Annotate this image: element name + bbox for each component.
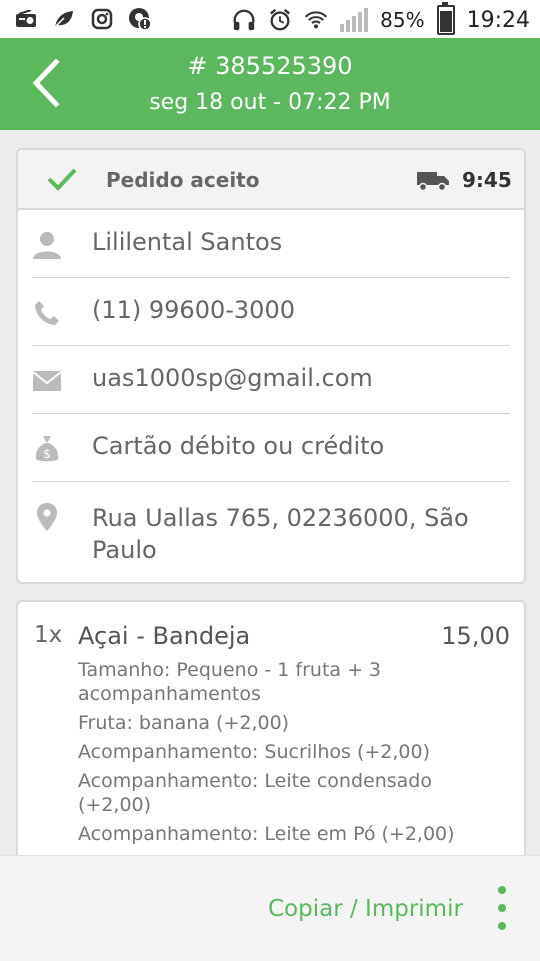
payment-method-row: $ Cartão débito ou crédito: [32, 414, 510, 482]
item-options: Tamanho: Pequeno - 1 fruta + 3 acompanha…: [78, 658, 498, 851]
payment-method: Cartão débito ou crédito: [92, 432, 385, 460]
order-info-card: Pedido aceito 9:45 Lililental Santos (11…: [16, 148, 526, 584]
order-status-row: Pedido aceito 9:45: [18, 150, 524, 210]
money-bag-icon: $: [32, 434, 62, 464]
person-icon: [32, 230, 62, 260]
radio-icon: [14, 7, 38, 31]
customer-email[interactable]: uas1000sp@gmail.com: [92, 364, 373, 392]
clock: 19:24: [466, 7, 530, 33]
item-option: Acompanhamento: Leite em Pó (+2,00): [78, 823, 455, 845]
customer-address[interactable]: Rua Uallas 765, 02236000, São Paulo: [92, 502, 512, 566]
item-option: Fruta: banana (+2,00): [78, 712, 290, 734]
wifi-icon: [304, 8, 328, 32]
delivery-eta: 9:45: [462, 168, 512, 192]
item-option: Acompanhamento: Leite condensado (+2,00): [78, 770, 432, 816]
phone-icon: [32, 298, 62, 328]
location-pin-icon: [32, 502, 62, 532]
email-icon: [32, 366, 62, 396]
leaf-icon: [52, 7, 76, 31]
signal-strength-icon: [340, 8, 369, 32]
order-items-card: 1x Açai - Bandeja 15,00 Tamanho: Pequeno…: [16, 600, 526, 894]
address-row[interactable]: Rua Uallas 765, 02236000, São Paulo: [32, 482, 510, 582]
notification-app-icon: [128, 7, 152, 31]
item-quantity: 1x: [34, 622, 63, 648]
check-icon: [46, 166, 78, 196]
customer-email-row[interactable]: uas1000sp@gmail.com: [32, 346, 510, 414]
customer-name-row: Lililental Santos: [32, 210, 510, 278]
battery-percent: 85%: [380, 8, 425, 32]
truck-icon: [416, 170, 450, 196]
customer-phone[interactable]: (11) 99600-3000: [92, 296, 295, 324]
item-option: Tamanho: Pequeno - 1 fruta + 3 acompanha…: [78, 659, 382, 705]
item-price: 15,00: [441, 622, 510, 650]
customer-phone-row[interactable]: (11) 99600-3000: [32, 278, 510, 346]
battery-icon: [436, 2, 455, 35]
item-name: Açai - Bandeja: [78, 622, 251, 650]
copy-print-button[interactable]: Copiar / Imprimir: [268, 896, 463, 922]
headset-icon: [232, 8, 256, 32]
order-number: # 385525390: [187, 52, 353, 80]
item-option: Acompanhamento: Sucrilhos (+2,00): [78, 741, 431, 763]
status-bar: 85% 19:24: [0, 0, 540, 38]
bottom-action-bar: Copiar / Imprimir: [0, 855, 540, 961]
customer-name: Lililental Santos: [92, 228, 283, 256]
alarm-icon: [268, 8, 292, 32]
instagram-icon: [90, 7, 114, 31]
order-datetime: seg 18 out - 07:22 PM: [149, 90, 391, 115]
app-header: # 385525390 seg 18 out - 07:22 PM: [0, 38, 540, 130]
order-status-label: Pedido aceito: [106, 168, 260, 192]
more-vert-icon[interactable]: [494, 886, 510, 936]
svg-text:$: $: [43, 447, 51, 461]
